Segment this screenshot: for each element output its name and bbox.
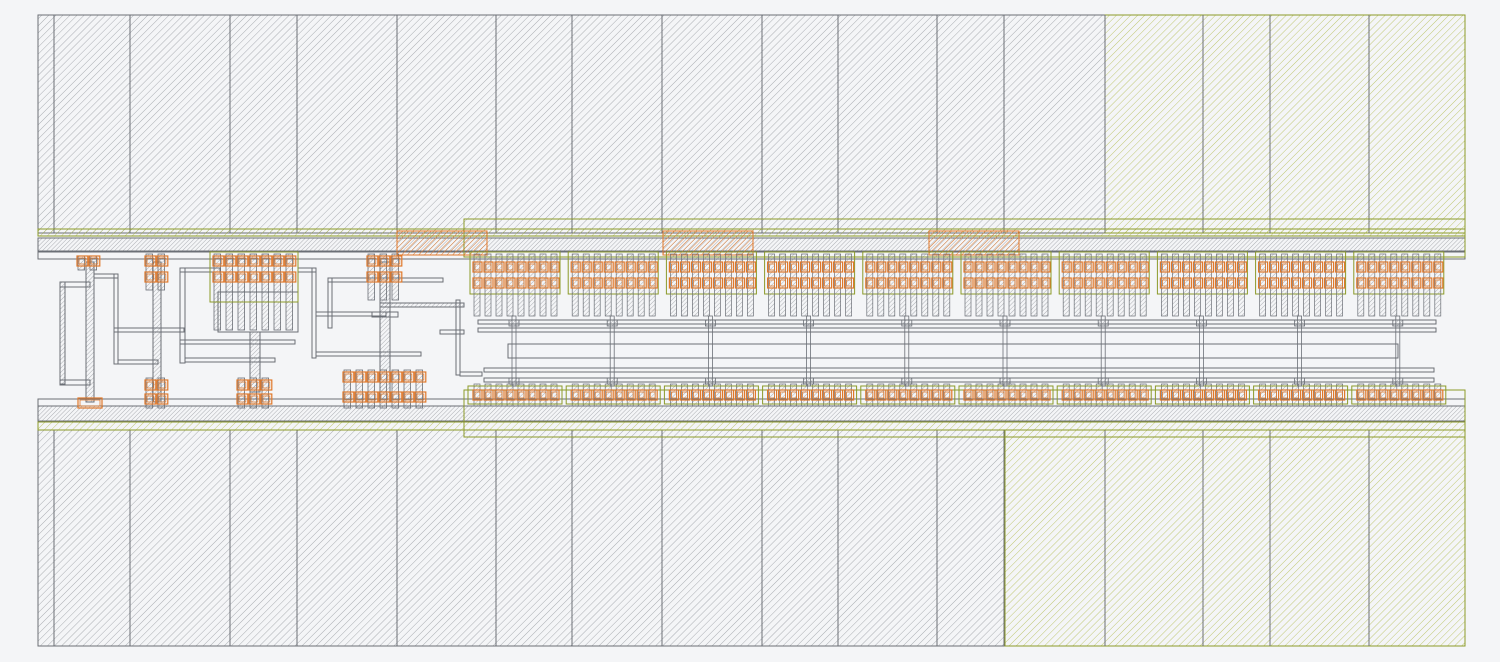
driver-via-top [803,319,814,327]
driver-tie-post [708,315,713,387]
driver-tie-post [1199,315,1204,387]
driver-tie-post [1002,315,1008,387]
driver-via-top [1097,319,1109,327]
driver-group [958,251,1054,407]
driver-group [565,251,661,407]
driver-group [1154,251,1250,407]
driver-via-bottom [999,377,1011,385]
driver-tie-post [904,315,910,387]
driver-via-bottom [1392,377,1404,385]
gate-finger [249,253,257,331]
driver-via-bottom [705,377,716,385]
driver-tie-post [806,315,811,387]
driver-via-bottom [508,377,520,385]
driver-tie-post [609,315,615,387]
gate-finger [225,253,233,331]
driver-group [1351,251,1447,407]
driver-group [762,251,858,407]
driver-via-bottom [803,377,814,385]
left-transistor-fingers [76,251,427,409]
layout-canvas [0,0,1500,662]
driver-via-top [1392,319,1404,327]
gate-finger [285,253,293,331]
driver-via-top [508,319,520,327]
driver-group [467,251,563,407]
gate-finger [237,253,245,331]
driver-tie-post [1100,315,1106,387]
driver-via-top [999,319,1011,327]
driver-group [1253,251,1349,407]
top-power-region [37,14,1466,234]
driver-group [1056,251,1152,407]
driver-via-top [1294,319,1305,327]
gate-finger [213,253,221,331]
bottom-power-region [37,429,1466,647]
gate-finger [261,253,269,331]
driver-group [663,251,759,407]
driver-via-bottom [1097,377,1109,385]
driver-via-bottom [1294,377,1305,385]
driver-group [860,251,956,407]
driver-tie-post [511,315,517,387]
gate-finger [273,253,281,331]
driver-via-top [901,319,913,327]
driver-finger-groups [467,251,1447,407]
driver-via-top [1196,319,1207,327]
driver-tie-post [1297,315,1302,387]
chip-layout-diagram [37,14,1466,647]
driver-via-bottom [1196,377,1207,385]
driver-via-top [606,319,618,327]
driver-via-top [705,319,716,327]
driver-via-bottom [606,377,618,385]
driver-via-bottom [901,377,913,385]
driver-array-buses [477,319,1437,383]
